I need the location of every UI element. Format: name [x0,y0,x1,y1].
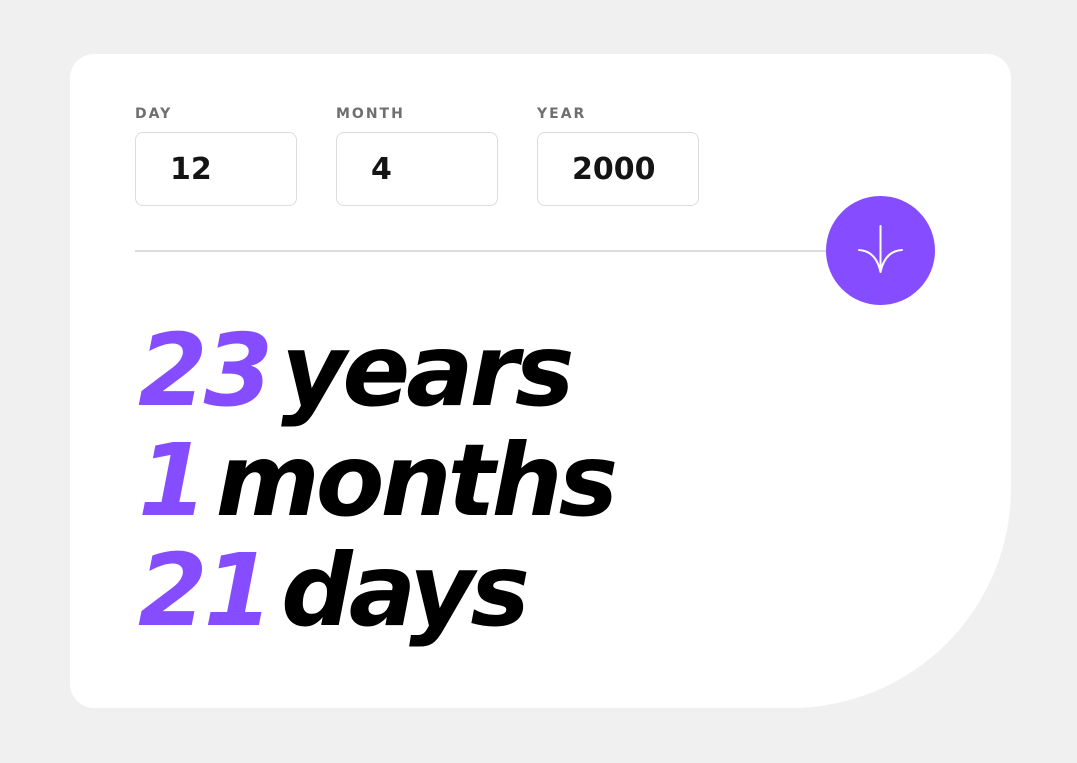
day-field: DAY [135,106,297,206]
years-result: 23 years [138,316,614,426]
divider [135,250,935,252]
submit-button[interactable] [826,196,935,305]
days-result: 21 days [138,536,614,646]
months-value: 1 [138,422,208,539]
month-field: MONTH [336,106,498,206]
year-label: YEAR [537,106,587,122]
day-input[interactable] [135,132,297,206]
year-input[interactable] [537,132,699,206]
days-value: 21 [138,532,273,649]
months-unit: months [215,422,619,539]
results: 23 years 1 months 21 days [138,316,618,646]
age-calculator-card: DAY MONTH YEAR 23years 1months 21days [70,54,1011,708]
months-result: 1 months [138,426,618,536]
arrow-down-icon [858,225,903,273]
year-field: YEAR [537,106,699,206]
years-unit: years [281,312,574,429]
days-unit: days [281,532,530,649]
years-value: 23 [138,312,273,429]
month-label: MONTH [336,106,405,122]
month-input[interactable] [336,132,498,206]
day-label: DAY [135,106,173,122]
